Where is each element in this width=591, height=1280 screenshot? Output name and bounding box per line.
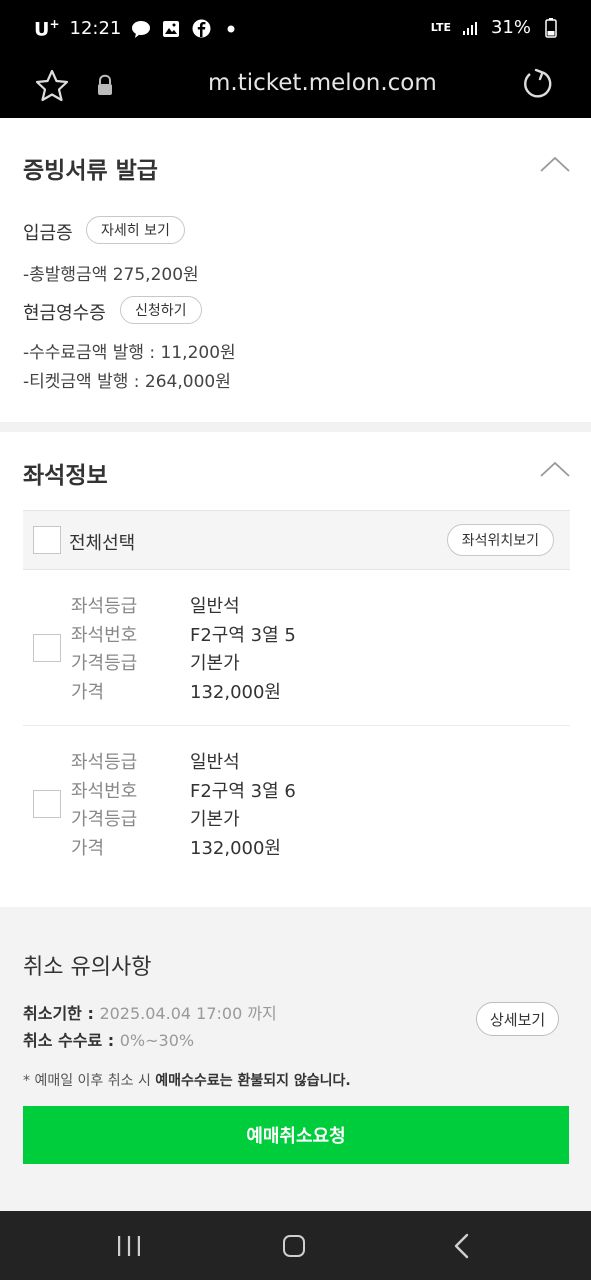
- lock-icon: [96, 74, 116, 98]
- refund-notice-bold: 예매수수료는 환불되지 않습니다.: [155, 1073, 351, 1089]
- fee-issue-line: -수수료금액 발행 : 11,200원: [23, 343, 236, 363]
- seat-info-section: 좌석정보 전체선택 좌석위치보기 좌석등급 일반석 좌석번호 F2구역 3열 5…: [0, 432, 591, 907]
- cancel-fee: 취소 수수료 : 0%~30%: [23, 1031, 195, 1050]
- seat-number-label: 좌석번호: [71, 781, 138, 802]
- seat-number-value: F2구역 3열 5: [190, 625, 296, 646]
- price-grade-value: 기본가: [190, 809, 240, 830]
- home-icon[interactable]: [283, 1235, 305, 1257]
- cancel-notes-title: 취소 유의사항: [23, 955, 152, 980]
- seat-grade-label: 좌석등급: [71, 752, 138, 773]
- documents-section: 증빙서류 발급 입금증 자세히 보기 -총발행금액 275,200원 현금영수증…: [0, 118, 591, 422]
- seat-number-label: 좌석번호: [71, 625, 138, 646]
- reload-icon[interactable]: [520, 66, 556, 102]
- seat-grade-value: 일반석: [190, 752, 240, 773]
- bookmark-star-icon[interactable]: [34, 68, 70, 104]
- dot-icon: [221, 19, 241, 39]
- ticket-issue-line: -티켓금액 발행 : 264,000원: [23, 372, 231, 392]
- price-value: 132,000원: [190, 682, 281, 703]
- receipt-apply-button[interactable]: 신청하기: [120, 296, 202, 324]
- documents-title: 증빙서류 발급: [23, 158, 158, 184]
- system-nav-bar: [0, 1211, 591, 1280]
- facebook-icon: [191, 19, 211, 39]
- seat-checkbox[interactable]: [33, 634, 61, 662]
- cancel-notes-section: 취소 유의사항 취소기한 : 2025.04.04 17:00 까지 취소 수수…: [0, 909, 591, 1209]
- url-address[interactable]: m.ticket.melon.com: [208, 70, 437, 96]
- cancel-deadline: 취소기한 : 2025.04.04 17:00 까지: [23, 1004, 277, 1023]
- back-icon[interactable]: [452, 1233, 472, 1259]
- chevron-up-icon[interactable]: [540, 460, 570, 478]
- carrier-label: U+: [34, 17, 60, 41]
- deposit-label: 입금증: [23, 223, 73, 244]
- talk-icon: [131, 19, 151, 39]
- receipt-label: 현금영수증: [23, 303, 106, 324]
- signal-icon: [461, 18, 481, 38]
- deposit-total: -총발행금액 275,200원: [23, 265, 199, 285]
- seat-item: 좌석등급 일반석 좌석번호 F2구역 3열 5 가격등급 기본가 가격 132,…: [23, 570, 570, 725]
- price-label: 가격: [71, 682, 105, 703]
- price-grade-value: 기본가: [190, 653, 240, 674]
- seat-checkbox[interactable]: [33, 790, 61, 818]
- cancel-fee-label: 취소 수수료: [23, 1031, 103, 1050]
- status-bar: U+ 12:21 LTE 31%: [0, 0, 591, 58]
- recent-apps-icon[interactable]: [116, 1235, 142, 1257]
- price-label: 가격: [71, 838, 105, 859]
- battery-percent: 31%: [490, 17, 531, 38]
- seat-number-value: F2구역 3열 6: [190, 781, 296, 802]
- deposit-detail-button[interactable]: 자세히 보기: [86, 216, 185, 244]
- seat-select-header: 전체선택 좌석위치보기: [23, 510, 570, 570]
- lte-icon: LTE: [430, 21, 451, 34]
- price-value: 132,000원: [190, 838, 281, 859]
- seat-info-title: 좌석정보: [23, 463, 108, 489]
- browser-url-bar: m.ticket.melon.com: [0, 58, 591, 118]
- cancel-deadline-value: 2025.04.04 17:00 까지: [99, 1004, 277, 1023]
- cancel-fee-value: 0%~30%: [119, 1031, 195, 1050]
- seat-location-button[interactable]: 좌석위치보기: [446, 524, 554, 556]
- price-grade-label: 가격등급: [71, 809, 138, 830]
- cancel-detail-button[interactable]: 상세보기: [476, 1002, 560, 1036]
- cancel-request-button[interactable]: 예매취소요청: [23, 1106, 569, 1164]
- select-all-label: 전체선택: [69, 533, 136, 554]
- battery-icon: [541, 17, 561, 38]
- select-all-checkbox[interactable]: [33, 526, 61, 554]
- cancel-deadline-label: 취소기한: [23, 1004, 82, 1023]
- seat-grade-label: 좌석등급: [71, 596, 138, 617]
- seat-grade-value: 일반석: [190, 596, 240, 617]
- refund-notice: * 예매일 이후 취소 시 예매수수료는 환불되지 않습니다.: [23, 1073, 351, 1089]
- image-icon: [161, 19, 181, 39]
- clock: 12:21: [69, 18, 122, 40]
- chevron-up-icon[interactable]: [540, 155, 570, 173]
- seat-item: 좌석등급 일반석 좌석번호 F2구역 3열 6 가격등급 기본가 가격 132,…: [23, 725, 570, 880]
- price-grade-label: 가격등급: [71, 653, 138, 674]
